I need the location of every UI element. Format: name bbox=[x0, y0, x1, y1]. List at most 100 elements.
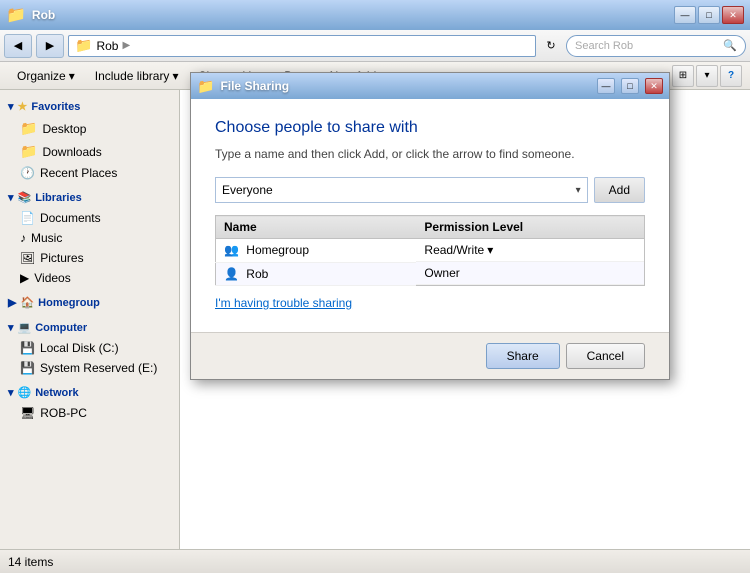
group-icon: 👥 bbox=[224, 243, 239, 257]
computer-expand-icon: ▾ bbox=[8, 321, 14, 334]
system-reserved-icon: 💾 bbox=[20, 361, 35, 375]
title-bar: 📁 Rob — □ ✕ bbox=[0, 0, 750, 30]
cancel-button[interactable]: Cancel bbox=[566, 343, 645, 369]
permission-value: Read/Write bbox=[424, 243, 484, 257]
documents-icon: 📄 bbox=[20, 211, 35, 225]
dialog-icon: 📁 bbox=[197, 78, 214, 95]
network-header[interactable]: ▾ 🌐 Network bbox=[0, 382, 179, 403]
sidebar: ▾ ★ Favorites 📁 Desktop 📁 Downloads 🕐 Re… bbox=[0, 90, 180, 549]
computer-section: ▾ 💻 Computer 💾 Local Disk (C:) 💾 System … bbox=[0, 317, 179, 378]
pictures-icon: 🖼 bbox=[20, 251, 35, 265]
window-icon: 📁 bbox=[6, 5, 26, 25]
minimize-button[interactable]: — bbox=[674, 6, 696, 24]
computer-icon: 💻 bbox=[18, 321, 32, 334]
back-button[interactable]: ◀ bbox=[4, 34, 32, 58]
videos-icon: ▶ bbox=[20, 271, 29, 285]
homegroup-icon: 🏠 bbox=[20, 296, 34, 309]
network-section: ▾ 🌐 Network 🖥 ROB-PC bbox=[0, 382, 179, 423]
row-name: Rob bbox=[246, 267, 268, 281]
item-count: 14 items bbox=[8, 555, 53, 569]
search-bar[interactable]: Search Rob 🔍 bbox=[566, 35, 746, 57]
favorites-expand-icon: ▾ bbox=[8, 100, 14, 113]
sidebar-item-desktop[interactable]: 📁 Desktop bbox=[0, 117, 179, 140]
permission-cell: Read/Write ▾ bbox=[416, 239, 644, 262]
sidebar-item-documents[interactable]: 📄 Documents bbox=[0, 208, 179, 228]
sidebar-item-local-disk[interactable]: 💾 Local Disk (C:) bbox=[0, 338, 179, 358]
dialog-footer: Share Cancel bbox=[191, 332, 669, 379]
dialog-minimize-button[interactable]: — bbox=[597, 78, 615, 94]
add-button[interactable]: Add bbox=[594, 177, 645, 203]
organize-button[interactable]: Organize ▾ bbox=[8, 65, 84, 87]
include-library-button[interactable]: Include library ▾ bbox=[86, 65, 188, 87]
main-window: 📁 Rob — □ ✕ ◀ ▶ 📁 Rob ▶ ↻ Search Rob 🔍 O… bbox=[0, 0, 750, 573]
permission-dropdown-icon[interactable]: ▾ bbox=[487, 243, 493, 257]
favorites-section: ▾ ★ Favorites 📁 Desktop 📁 Downloads 🕐 Re… bbox=[0, 96, 179, 183]
dialog-title: File Sharing bbox=[220, 79, 591, 93]
sidebar-item-music[interactable]: ♪ Music bbox=[0, 228, 179, 248]
dialog-maximize-button[interactable]: □ bbox=[621, 78, 639, 94]
table-row: 👥 Homegroup Read/Write ▾ bbox=[216, 239, 645, 263]
homegroup-expand-icon: ▶ bbox=[8, 296, 16, 309]
window-title: Rob bbox=[32, 8, 55, 22]
permission-cell: Owner bbox=[416, 262, 644, 285]
file-sharing-dialog: 📁 File Sharing — □ ✕ Choose people to sh… bbox=[190, 72, 670, 380]
homegroup-section: ▶ 🏠 Homegroup bbox=[0, 292, 179, 313]
close-button[interactable]: ✕ bbox=[722, 6, 744, 24]
sidebar-item-recent-places[interactable]: 🕐 Recent Places bbox=[0, 163, 179, 183]
dialog-close-button[interactable]: ✕ bbox=[645, 78, 663, 94]
forward-button[interactable]: ▶ bbox=[36, 34, 64, 58]
dropdown-arrow-icon: ▾ bbox=[576, 185, 581, 196]
homegroup-header[interactable]: ▶ 🏠 Homegroup bbox=[0, 292, 179, 313]
favorites-header[interactable]: ▾ ★ Favorites bbox=[0, 96, 179, 117]
search-icon: 🔍 bbox=[723, 39, 737, 52]
status-bar: 14 items bbox=[0, 549, 750, 573]
favorites-label: ★ bbox=[18, 100, 28, 113]
address-path: Rob bbox=[96, 39, 118, 53]
trouble-link[interactable]: I'm having trouble sharing bbox=[215, 296, 645, 310]
downloads-icon: 📁 bbox=[20, 143, 37, 160]
maximize-button[interactable]: □ bbox=[698, 6, 720, 24]
libraries-icon: 📚 bbox=[18, 191, 32, 204]
view-dropdown-button[interactable]: ▾ bbox=[696, 65, 718, 87]
dropdown-value: Everyone bbox=[222, 183, 273, 197]
share-input-row: Everyone ▾ Add bbox=[215, 177, 645, 203]
view-toggle-button[interactable]: ⊞ bbox=[672, 65, 694, 87]
title-bar-controls: — □ ✕ bbox=[674, 6, 744, 24]
include-library-dropdown-icon: ▾ bbox=[172, 69, 178, 83]
share-dropdown[interactable]: Everyone ▾ bbox=[215, 177, 588, 203]
share-table: Name Permission Level 👥 Homegroup Read/W… bbox=[215, 215, 645, 286]
help-button[interactable]: ? bbox=[720, 65, 742, 87]
permission-value: Owner bbox=[424, 266, 459, 280]
row-name: Homegroup bbox=[246, 243, 309, 257]
share-button[interactable]: Share bbox=[486, 343, 560, 369]
dialog-body: Choose people to share with Type a name … bbox=[191, 99, 669, 332]
sidebar-item-videos[interactable]: ▶ Videos bbox=[0, 268, 179, 288]
dialog-subtitle: Type a name and then click Add, or click… bbox=[215, 147, 645, 161]
sidebar-item-rob-pc[interactable]: 🖥 ROB-PC bbox=[0, 403, 179, 423]
refresh-button[interactable]: ↻ bbox=[540, 35, 562, 57]
network-icon: 🌐 bbox=[18, 386, 32, 399]
recent-places-icon: 🕐 bbox=[20, 166, 35, 180]
sidebar-item-system-reserved[interactable]: 💾 System Reserved (E:) bbox=[0, 358, 179, 378]
network-expand-icon: ▾ bbox=[8, 386, 14, 399]
sidebar-item-downloads[interactable]: 📁 Downloads bbox=[0, 140, 179, 163]
dialog-heading: Choose people to share with bbox=[215, 119, 645, 137]
libraries-section: ▾ 📚 Libraries 📄 Documents ♪ Music 🖼 Pict… bbox=[0, 187, 179, 288]
user-icon: 👤 bbox=[224, 267, 239, 281]
desktop-icon: 📁 bbox=[20, 120, 37, 137]
libraries-header[interactable]: ▾ 📚 Libraries bbox=[0, 187, 179, 208]
music-icon: ♪ bbox=[20, 231, 26, 245]
address-bar: ◀ ▶ 📁 Rob ▶ ↻ Search Rob 🔍 bbox=[0, 30, 750, 62]
search-placeholder: Search Rob bbox=[575, 40, 633, 52]
computer-header[interactable]: ▾ 💻 Computer bbox=[0, 317, 179, 338]
dialog-title-bar: 📁 File Sharing — □ ✕ bbox=[191, 73, 669, 99]
name-cell: 👥 Homegroup bbox=[216, 239, 417, 263]
address-field[interactable]: 📁 Rob ▶ bbox=[68, 35, 536, 57]
organize-dropdown-icon: ▾ bbox=[69, 69, 75, 83]
col-permission-header: Permission Level bbox=[416, 216, 644, 239]
col-name-header: Name bbox=[216, 216, 417, 239]
table-row: 👤 Rob Owner bbox=[216, 262, 645, 286]
local-disk-icon: 💾 bbox=[20, 341, 35, 355]
libraries-expand-icon: ▾ bbox=[8, 191, 14, 204]
sidebar-item-pictures[interactable]: 🖼 Pictures bbox=[0, 248, 179, 268]
